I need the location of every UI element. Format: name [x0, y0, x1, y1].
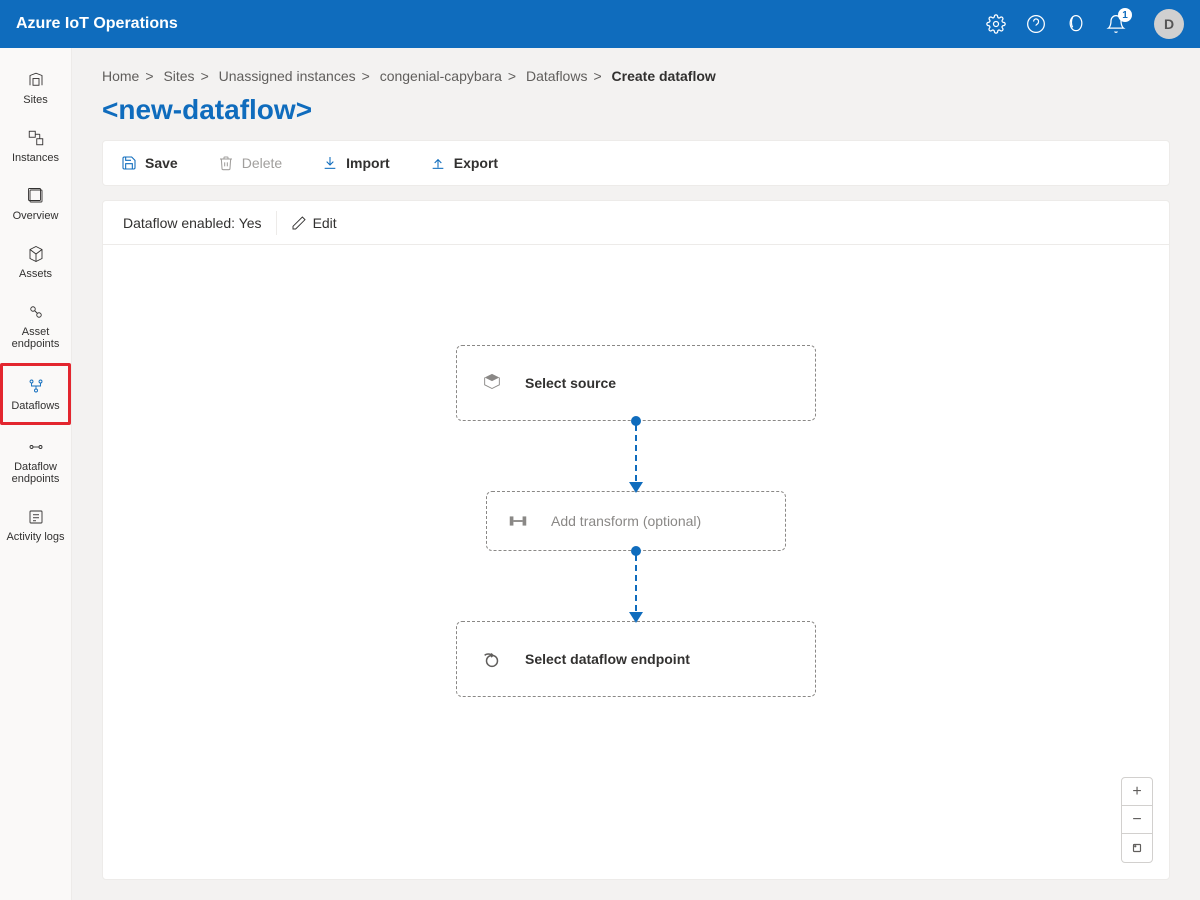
- sidebar-item-asset-endpoints[interactable]: Asset endpoints: [0, 292, 71, 360]
- fit-icon: [1130, 841, 1144, 855]
- instances-icon: [26, 128, 46, 148]
- node-label: Select source: [525, 375, 616, 391]
- select-source-node[interactable]: Select source: [456, 345, 816, 421]
- zoom-controls: + −: [1121, 777, 1153, 863]
- source-icon: [481, 372, 503, 394]
- dataflow-canvas[interactable]: Select source Add transform (optional): [103, 245, 1169, 879]
- breadcrumb: Home> Sites> Unassigned instances> conge…: [102, 68, 1170, 84]
- divider: [276, 211, 277, 235]
- sidebar: Sites Instances Overview Assets Asset en…: [0, 48, 72, 900]
- sidebar-item-label: Asset endpoints: [4, 326, 67, 350]
- canvas-card: Dataflow enabled: Yes Edit Select sour: [102, 200, 1170, 880]
- help-icon[interactable]: [1026, 14, 1046, 34]
- sidebar-item-label: Overview: [13, 210, 59, 222]
- sidebar-item-label: Dataflow endpoints: [4, 461, 67, 485]
- notifications-icon[interactable]: 1: [1106, 14, 1126, 34]
- connector: [631, 551, 641, 621]
- sidebar-item-sites[interactable]: Sites: [0, 60, 71, 116]
- save-icon: [121, 155, 137, 171]
- main-content: Home> Sites> Unassigned instances> conge…: [72, 48, 1200, 900]
- transform-icon: [507, 510, 529, 532]
- status-bar: Dataflow enabled: Yes Edit: [103, 201, 1169, 245]
- user-avatar[interactable]: D: [1154, 9, 1184, 39]
- sidebar-item-label: Activity logs: [6, 531, 64, 543]
- zoom-out-button[interactable]: −: [1122, 806, 1152, 834]
- zoom-fit-button[interactable]: [1122, 834, 1152, 862]
- endpoint-icon: [481, 648, 503, 670]
- edit-label: Edit: [313, 215, 337, 231]
- node-label: Add transform (optional): [551, 513, 701, 529]
- sidebar-item-overview[interactable]: Overview: [0, 176, 71, 232]
- dataflows-icon: [26, 376, 46, 396]
- node-label: Select dataflow endpoint: [525, 651, 690, 667]
- breadcrumb-link[interactable]: Home: [102, 68, 139, 84]
- sidebar-item-dataflow-endpoints[interactable]: Dataflow endpoints: [0, 427, 71, 495]
- app-title: Azure IoT Operations: [16, 15, 178, 33]
- settings-icon[interactable]: [986, 14, 1006, 34]
- sidebar-item-instances[interactable]: Instances: [0, 118, 71, 174]
- asset-endpoints-icon: [26, 302, 46, 322]
- import-button[interactable]: Import: [322, 155, 390, 171]
- zoom-in-button[interactable]: +: [1122, 778, 1152, 806]
- sidebar-item-label: Sites: [23, 94, 47, 106]
- sidebar-item-label: Dataflows: [11, 400, 59, 412]
- edit-icon: [291, 215, 307, 231]
- toolbar: Save Delete Import Export: [102, 140, 1170, 186]
- export-icon: [430, 155, 446, 171]
- delete-icon: [218, 155, 234, 171]
- sidebar-item-activity-logs[interactable]: Activity logs: [0, 497, 71, 553]
- import-label: Import: [346, 155, 390, 171]
- sites-icon: [26, 70, 46, 90]
- export-button[interactable]: Export: [430, 155, 498, 171]
- sidebar-item-assets[interactable]: Assets: [0, 234, 71, 290]
- feedback-icon[interactable]: [1066, 14, 1086, 34]
- notifications-badge: 1: [1118, 8, 1132, 22]
- breadcrumb-current: Create dataflow: [612, 68, 716, 84]
- sidebar-item-label: Instances: [12, 152, 59, 164]
- connector: [631, 421, 641, 491]
- edit-button[interactable]: Edit: [291, 215, 337, 231]
- page-title: <new-dataflow>: [102, 94, 1170, 126]
- assets-icon: [26, 244, 46, 264]
- breadcrumb-link[interactable]: Unassigned instances: [219, 68, 356, 84]
- sidebar-item-dataflows[interactable]: Dataflows: [0, 363, 71, 425]
- delete-label: Delete: [242, 155, 282, 171]
- export-label: Export: [454, 155, 498, 171]
- save-label: Save: [145, 155, 178, 171]
- breadcrumb-link[interactable]: Dataflows: [526, 68, 587, 84]
- activity-logs-icon: [26, 507, 46, 527]
- overview-icon: [26, 186, 46, 206]
- add-transform-node[interactable]: Add transform (optional): [486, 491, 786, 551]
- dataflow-endpoints-icon: [26, 437, 46, 457]
- select-endpoint-node[interactable]: Select dataflow endpoint: [456, 621, 816, 697]
- save-button[interactable]: Save: [121, 155, 178, 171]
- breadcrumb-link[interactable]: Sites: [163, 68, 194, 84]
- delete-button: Delete: [218, 155, 282, 171]
- breadcrumb-link[interactable]: congenial-capybara: [380, 68, 502, 84]
- top-header: Azure IoT Operations 1 D: [0, 0, 1200, 48]
- dataflow-enabled-status: Dataflow enabled: Yes: [123, 215, 262, 231]
- sidebar-item-label: Assets: [19, 268, 52, 280]
- import-icon: [322, 155, 338, 171]
